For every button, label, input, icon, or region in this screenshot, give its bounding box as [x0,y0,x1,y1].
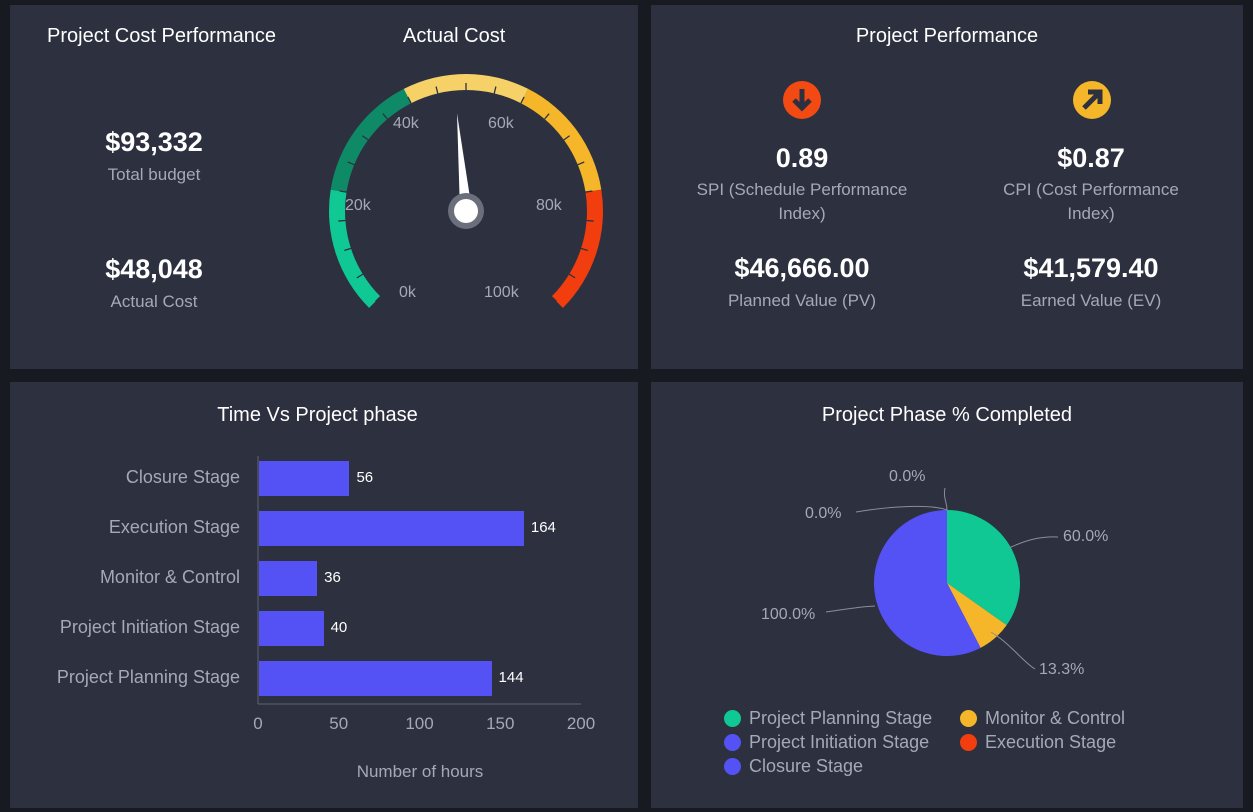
gauge-band-green-dark [330,88,412,193]
gauge-tick-80k: 80k [536,197,562,214]
pie-leader-line [825,605,876,613]
bar[interactable] [259,611,324,646]
cost-performance-panel: Project Cost Performance $93,332 Total b… [10,5,638,369]
legend-dot [724,734,741,751]
legend-label: Closure Stage [749,756,864,776]
pie-leader-line [1008,536,1059,549]
planned-value-label: Planned Value (PV) [727,291,877,310]
x-tick-label: 100 [405,714,434,733]
legend-item-execution[interactable]: Execution Stage [960,732,1116,753]
legend-dot [724,758,741,775]
legend-dot [960,734,977,751]
bar-value-label: 144 [498,669,524,686]
spi-label: SPI (Schedule Performance Index) [696,180,908,223]
bar-value-label: 40 [330,619,348,636]
legend-dot [960,710,977,727]
actual-cost-gauge [329,73,603,308]
legend-label: Execution Stage [985,732,1117,752]
gauge-tick-60k: 60k [488,115,514,132]
cpi-value: $0.87 [1057,143,1125,173]
bar-chart-axes [257,456,581,705]
x-tick-label: 50 [329,714,349,733]
gauge-tick-100k: 100k [484,284,519,301]
earned-value-label: Earned Value (EV) [1020,291,1162,310]
gauge-minor-tick [586,219,594,222]
bar-value-label: 164 [530,519,556,536]
legend-label: Project Initiation Stage [749,732,930,752]
x-tick-label: 200 [566,714,596,733]
bar-value-label: 56 [356,469,374,486]
cpi-label: CPI (Cost Performance Index) [1003,180,1179,223]
bar-category-label: Project Initiation Stage [59,617,240,637]
gauge-band-yellow [520,88,602,193]
project-performance-title: Project Performance [855,25,1039,47]
earned-value: $41,579.40 [1023,253,1159,283]
pie-leader-line [855,505,948,513]
spi-value: 0.89 [775,143,829,173]
bar[interactable] [259,511,524,546]
pie-label-planning: 60.0% [1063,528,1109,545]
legend-item-closure[interactable]: Closure Stage [724,756,863,777]
pie-label-execution: 0.0% [889,468,926,485]
gauge-hub [454,199,478,223]
legend-item-initiation[interactable]: Project Initiation Stage [724,732,929,753]
bar-category-label: Monitor & Control [99,567,240,587]
bar-category-label: Project Planning Stage [56,667,240,687]
bar[interactable] [259,661,492,696]
time-vs-phase-panel: Time Vs Project phase Closure Stage 56 Exe… [10,382,638,808]
x-tick-label: 0 [253,714,263,733]
pie-label-initiation: 100.0% [761,606,816,623]
planned-value: $46,666.00 [734,253,870,283]
bar-category-label: Closure Stage [125,467,240,487]
pie-label-monitor: 13.3% [1039,661,1085,678]
bar[interactable] [259,461,350,496]
bar-category-label: Execution Stage [108,517,240,537]
legend-item-planning[interactable]: Project Planning Stage [724,708,932,729]
gauge-tick-0k: 0k [399,284,416,301]
pie-label-closure: 0.0% [805,505,842,522]
legend-dot [724,710,741,727]
gauge-minor-tick [338,219,346,222]
arrow-down-circle-icon [783,81,821,119]
phase-completed-panel: Project Phase % Completed 0.0% 0.0% 60.0… [651,382,1243,808]
pie-leader-line [943,487,948,511]
project-performance-panel: Project Performance 0.89 SPI (Schedule P… [651,5,1243,369]
gauge-tick-20k: 20k [345,197,371,214]
gauge-tick-40k: 40k [393,115,419,132]
legend-item-monitor[interactable]: Monitor & Control [960,708,1125,729]
bar[interactable] [259,561,318,596]
legend-label: Project Planning Stage [749,708,933,728]
legend-label: Monitor & Control [985,708,1126,728]
bar-value-label: 36 [324,569,341,586]
pie-leader-line [990,631,1036,670]
x-tick-label: 150 [486,714,515,733]
arrow-up-right-circle-icon [1073,81,1111,119]
